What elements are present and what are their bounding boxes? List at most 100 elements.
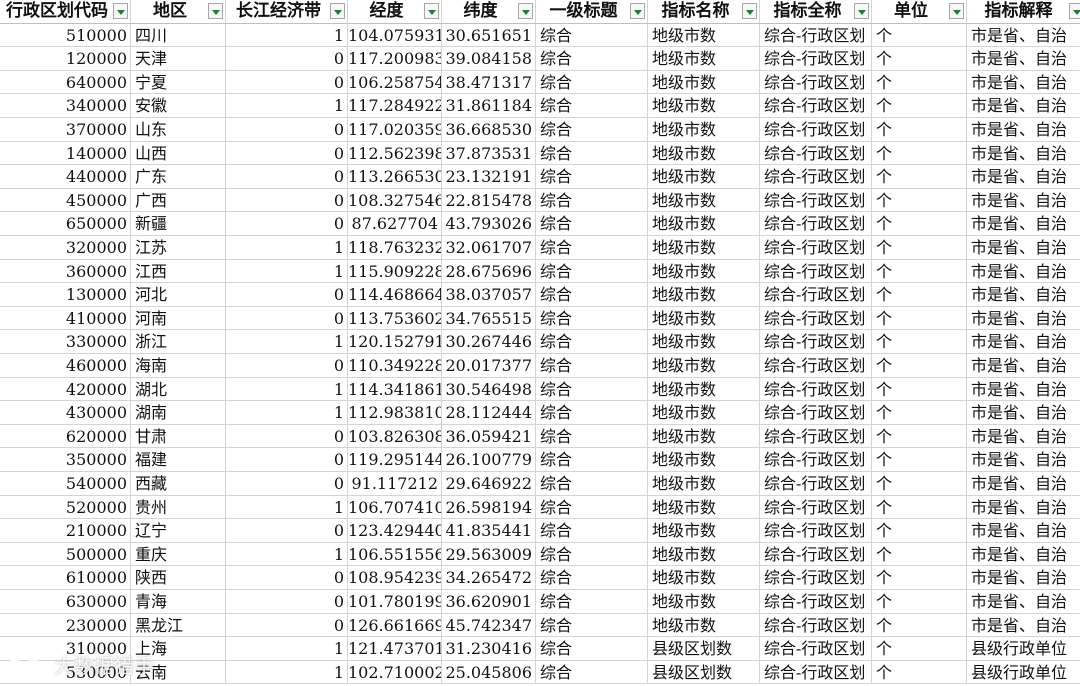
cell-indicator-name[interactable]: 地级市数 bbox=[648, 165, 760, 189]
cell-region-name[interactable]: 山东 bbox=[131, 118, 226, 142]
cell-latitude[interactable]: 25.045806 bbox=[442, 660, 536, 685]
cell-region-code[interactable]: 610000 bbox=[0, 566, 131, 590]
cell-latitude[interactable]: 26.598194 bbox=[442, 495, 536, 520]
header-cell-unit[interactable]: 单位 bbox=[872, 0, 967, 24]
cell-indicator-note[interactable]: 市是省、自治 bbox=[967, 47, 1080, 71]
cell-yangtze-belt[interactable]: 1 bbox=[226, 660, 348, 685]
cell-yangtze-belt[interactable]: 1 bbox=[226, 401, 348, 425]
cell-category[interactable]: 综合 bbox=[536, 23, 648, 48]
cell-region-code[interactable]: 130000 bbox=[0, 283, 131, 307]
cell-yangtze-belt[interactable]: 0 bbox=[226, 306, 348, 331]
cell-indicator-note[interactable]: 市是省、自治 bbox=[967, 354, 1080, 378]
cell-longitude[interactable]: 120.152791 bbox=[348, 330, 442, 354]
cell-yangtze-belt[interactable]: 0 bbox=[226, 283, 348, 307]
cell-latitude[interactable]: 32.061707 bbox=[442, 236, 536, 260]
cell-yangtze-belt[interactable]: 1 bbox=[226, 542, 348, 567]
cell-indicator-name[interactable]: 地级市数 bbox=[648, 566, 760, 590]
cell-latitude[interactable]: 36.059421 bbox=[442, 424, 536, 449]
cell-category[interactable]: 综合 bbox=[536, 637, 648, 661]
cell-indicator-name[interactable]: 地级市数 bbox=[648, 141, 760, 166]
cell-unit[interactable]: 个 bbox=[872, 283, 967, 307]
cell-unit[interactable]: 个 bbox=[872, 542, 967, 567]
cell-latitude[interactable]: 30.267446 bbox=[442, 330, 536, 354]
cell-region-name[interactable]: 河南 bbox=[131, 306, 226, 331]
cell-region-code[interactable]: 350000 bbox=[0, 448, 131, 472]
cell-region-name[interactable]: 湖南 bbox=[131, 401, 226, 425]
header-cell-yangtze-belt[interactable]: 长江经济带 bbox=[226, 0, 348, 24]
cell-unit[interactable]: 个 bbox=[872, 519, 967, 543]
cell-yangtze-belt[interactable]: 0 bbox=[226, 566, 348, 590]
cell-indicator-note[interactable]: 市是省、自治 bbox=[967, 71, 1080, 95]
cell-latitude[interactable]: 45.742347 bbox=[442, 613, 536, 638]
cell-region-name[interactable]: 江苏 bbox=[131, 236, 226, 260]
cell-unit[interactable]: 个 bbox=[872, 448, 967, 472]
cell-longitude[interactable]: 106.707410 bbox=[348, 495, 442, 520]
cell-category[interactable]: 综合 bbox=[536, 47, 648, 71]
cell-longitude[interactable]: 91.117212 bbox=[348, 472, 442, 496]
cell-longitude[interactable]: 110.349228 bbox=[348, 354, 442, 378]
cell-indicator-name[interactable]: 地级市数 bbox=[648, 590, 760, 614]
header-cell-latitude[interactable]: 纬度 bbox=[442, 0, 536, 24]
cell-longitude[interactable]: 112.562398 bbox=[348, 141, 442, 166]
cell-unit[interactable]: 个 bbox=[872, 188, 967, 213]
cell-indicator-full-name[interactable]: 综合-行政区划 bbox=[760, 660, 872, 685]
cell-indicator-note[interactable]: 市是省、自治 bbox=[967, 448, 1080, 472]
cell-region-name[interactable]: 贵州 bbox=[131, 495, 226, 520]
cell-region-code[interactable]: 500000 bbox=[0, 542, 131, 567]
cell-latitude[interactable]: 43.793026 bbox=[442, 212, 536, 236]
cell-category[interactable]: 综合 bbox=[536, 495, 648, 520]
cell-longitude[interactable]: 103.826308 bbox=[348, 424, 442, 449]
cell-indicator-note[interactable]: 市是省、自治 bbox=[967, 378, 1080, 402]
cell-latitude[interactable]: 26.100779 bbox=[442, 448, 536, 472]
cell-yangtze-belt[interactable]: 1 bbox=[226, 330, 348, 354]
cell-yangtze-belt[interactable]: 0 bbox=[226, 118, 348, 142]
cell-indicator-full-name[interactable]: 综合-行政区划 bbox=[760, 259, 872, 284]
cell-category[interactable]: 综合 bbox=[536, 660, 648, 685]
cell-region-name[interactable]: 辽宁 bbox=[131, 519, 226, 543]
cell-indicator-full-name[interactable]: 综合-行政区划 bbox=[760, 495, 872, 520]
cell-latitude[interactable]: 34.765515 bbox=[442, 306, 536, 331]
cell-indicator-name[interactable]: 县级区划数 bbox=[648, 637, 760, 661]
header-cell-region-name[interactable]: 地区 bbox=[131, 0, 226, 24]
cell-indicator-name[interactable]: 地级市数 bbox=[648, 401, 760, 425]
header-cell-indicator-note[interactable]: 指标解释 bbox=[967, 0, 1080, 24]
cell-longitude[interactable]: 117.200983 bbox=[348, 47, 442, 71]
cell-category[interactable]: 综合 bbox=[536, 401, 648, 425]
cell-longitude[interactable]: 118.763232 bbox=[348, 236, 442, 260]
cell-indicator-full-name[interactable]: 综合-行政区划 bbox=[760, 306, 872, 331]
cell-indicator-note[interactable]: 市是省、自治 bbox=[967, 24, 1080, 48]
cell-region-name[interactable]: 浙江 bbox=[131, 330, 226, 354]
cell-region-name[interactable]: 陕西 bbox=[131, 566, 226, 590]
header-cell-longitude[interactable]: 经度 bbox=[348, 0, 442, 24]
cell-region-code[interactable]: 120000 bbox=[0, 47, 131, 71]
filter-dropdown-icon[interactable] bbox=[113, 3, 128, 19]
filter-dropdown-icon[interactable] bbox=[742, 3, 757, 19]
cell-indicator-name[interactable]: 地级市数 bbox=[648, 259, 760, 284]
header-cell-indicator-full-name[interactable]: 指标全称 bbox=[760, 0, 872, 24]
cell-indicator-name[interactable]: 地级市数 bbox=[648, 283, 760, 307]
cell-region-code[interactable]: 630000 bbox=[0, 590, 131, 614]
cell-indicator-note[interactable]: 市是省、自治 bbox=[967, 260, 1080, 284]
cell-unit[interactable]: 个 bbox=[872, 212, 967, 236]
cell-indicator-note[interactable]: 市是省、自治 bbox=[967, 142, 1080, 166]
cell-latitude[interactable]: 34.265472 bbox=[442, 566, 536, 590]
cell-longitude[interactable]: 117.020359 bbox=[348, 118, 442, 142]
cell-region-name[interactable]: 广东 bbox=[131, 165, 226, 189]
cell-longitude[interactable]: 126.661669 bbox=[348, 613, 442, 638]
cell-indicator-note[interactable]: 市是省、自治 bbox=[967, 212, 1080, 236]
cell-longitude[interactable]: 113.266530 bbox=[348, 165, 442, 189]
cell-region-name[interactable]: 黑龙江 bbox=[131, 613, 226, 638]
cell-unit[interactable]: 个 bbox=[872, 23, 967, 48]
cell-indicator-note[interactable]: 市是省、自治 bbox=[967, 543, 1080, 567]
cell-yangtze-belt[interactable]: 1 bbox=[226, 23, 348, 48]
cell-indicator-full-name[interactable]: 综合-行政区划 bbox=[760, 613, 872, 638]
cell-indicator-full-name[interactable]: 综合-行政区划 bbox=[760, 566, 872, 590]
cell-longitude[interactable]: 108.954239 bbox=[348, 566, 442, 590]
cell-region-name[interactable]: 福建 bbox=[131, 448, 226, 472]
cell-region-name[interactable]: 宁夏 bbox=[131, 70, 226, 95]
cell-indicator-full-name[interactable]: 综合-行政区划 bbox=[760, 118, 872, 142]
cell-latitude[interactable]: 38.471317 bbox=[442, 70, 536, 95]
cell-category[interactable]: 综合 bbox=[536, 566, 648, 590]
cell-region-code[interactable]: 450000 bbox=[0, 188, 131, 213]
cell-yangtze-belt[interactable]: 1 bbox=[226, 259, 348, 284]
